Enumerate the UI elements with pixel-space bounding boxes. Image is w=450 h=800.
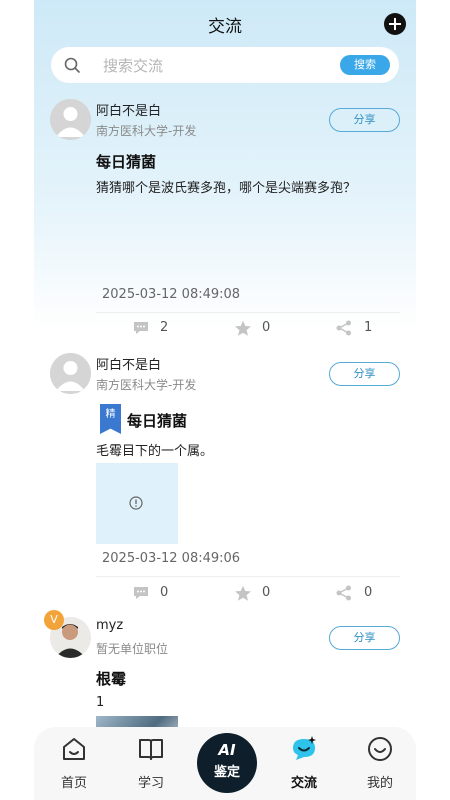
- share-button[interactable]: 分享: [329, 626, 400, 650]
- post-body: 猜猜哪个是波氏赛多孢，哪个是尖端赛多孢？: [96, 181, 357, 196]
- author-name[interactable]: 阿白不是白: [96, 100, 161, 119]
- favorite-stat[interactable]: 0: [234, 584, 294, 604]
- post-title: 每日猜菌: [127, 412, 188, 430]
- app-screen: 交流 搜索交流 搜索 阿白不是白 南方医科大学-开发 分享 每日猜菌 猜猜哪个是…: [34, 0, 416, 800]
- comment-count: 2: [160, 320, 169, 335]
- chat-icon: [293, 736, 316, 760]
- share-count: 1: [364, 320, 373, 335]
- star-icon: [235, 585, 251, 601]
- tab-profile[interactable]: 我的: [350, 727, 410, 800]
- author-org: 暂无单位职位: [96, 642, 169, 656]
- share-icon: [336, 320, 351, 336]
- post-title: 根霉: [96, 670, 127, 688]
- comment-icon: [134, 587, 148, 599]
- divider: [96, 576, 400, 577]
- ai-identify-button[interactable]: AI 鉴定: [197, 733, 257, 793]
- image-placeholder-icon: [129, 496, 143, 510]
- post-time: 2025-03-12 08:49:08: [102, 287, 241, 302]
- ai-identify-label: 鉴定: [213, 765, 240, 780]
- home-icon: [63, 738, 85, 760]
- add-post-icon[interactable]: [384, 13, 406, 35]
- post-body: 毛霉目下的一个属。: [96, 444, 214, 459]
- featured-tag: 精: [100, 404, 121, 434]
- share-stat[interactable]: 1: [336, 319, 396, 339]
- post-title: 每日猜菌: [96, 153, 157, 171]
- post-card[interactable]: V myz 暂无单位职位 分享 根霉 1: [34, 610, 416, 746]
- post-time: 2025-03-12 08:49:06: [102, 551, 241, 566]
- comment-count: 0: [160, 585, 169, 600]
- search-input[interactable]: 搜索交流: [103, 55, 163, 76]
- favorite-count: 0: [262, 585, 271, 600]
- post-card[interactable]: 阿白不是白 南方医科大学-开发 分享 每日猜菌 猜猜哪个是波氏赛多孢，哪个是尖端…: [34, 99, 416, 344]
- comment-icon: [134, 322, 148, 334]
- bottom-tab-bar: 首页 学习 AI 鉴定 交流 我的: [34, 727, 416, 800]
- divider: [96, 312, 400, 313]
- favorite-stat[interactable]: 0: [234, 319, 294, 339]
- favorite-count: 0: [262, 320, 271, 335]
- tab-label: 交流: [290, 776, 317, 791]
- vip-badge: V: [44, 610, 64, 630]
- search-icon: [64, 57, 80, 73]
- top-bar: 交流: [34, 0, 416, 48]
- share-stat[interactable]: 0: [336, 584, 396, 604]
- avatar[interactable]: [50, 353, 91, 394]
- post-body: 1: [96, 695, 105, 710]
- author-name[interactable]: 阿白不是白: [96, 354, 161, 373]
- search-bar[interactable]: 搜索交流 搜索: [51, 47, 399, 83]
- post-image[interactable]: [96, 463, 178, 544]
- star-icon: [235, 320, 251, 336]
- share-icon: [336, 585, 351, 601]
- author-org: 南方医科大学-开发: [96, 124, 197, 138]
- search-button[interactable]: 搜索: [340, 55, 390, 75]
- default-avatar-icon: [50, 353, 91, 394]
- avatar[interactable]: [50, 99, 91, 140]
- tab-community[interactable]: 交流: [274, 727, 334, 800]
- page-title: 交流: [208, 17, 242, 37]
- tab-study[interactable]: 学习: [121, 727, 181, 800]
- default-avatar-icon: [50, 99, 91, 140]
- author-org: 南方医科大学-开发: [96, 378, 197, 392]
- share-count: 0: [364, 585, 373, 600]
- tab-label: 首页: [60, 776, 87, 791]
- tab-label: 我的: [366, 776, 393, 791]
- ai-badge-text: AI: [218, 741, 236, 759]
- profile-icon: [368, 737, 392, 761]
- comment-stat[interactable]: 0: [132, 584, 192, 604]
- tab-label: 学习: [137, 776, 164, 791]
- tab-home[interactable]: 首页: [44, 727, 104, 800]
- book-icon: [139, 739, 163, 760]
- author-name[interactable]: myz: [96, 618, 123, 633]
- post-card[interactable]: 阿白不是白 南方医科大学-开发 分享 精 每日猜菌 毛霉目下的一个属。 2025…: [34, 353, 416, 608]
- share-button[interactable]: 分享: [329, 362, 400, 386]
- comment-stat[interactable]: 2: [132, 319, 192, 339]
- share-button[interactable]: 分享: [329, 108, 400, 132]
